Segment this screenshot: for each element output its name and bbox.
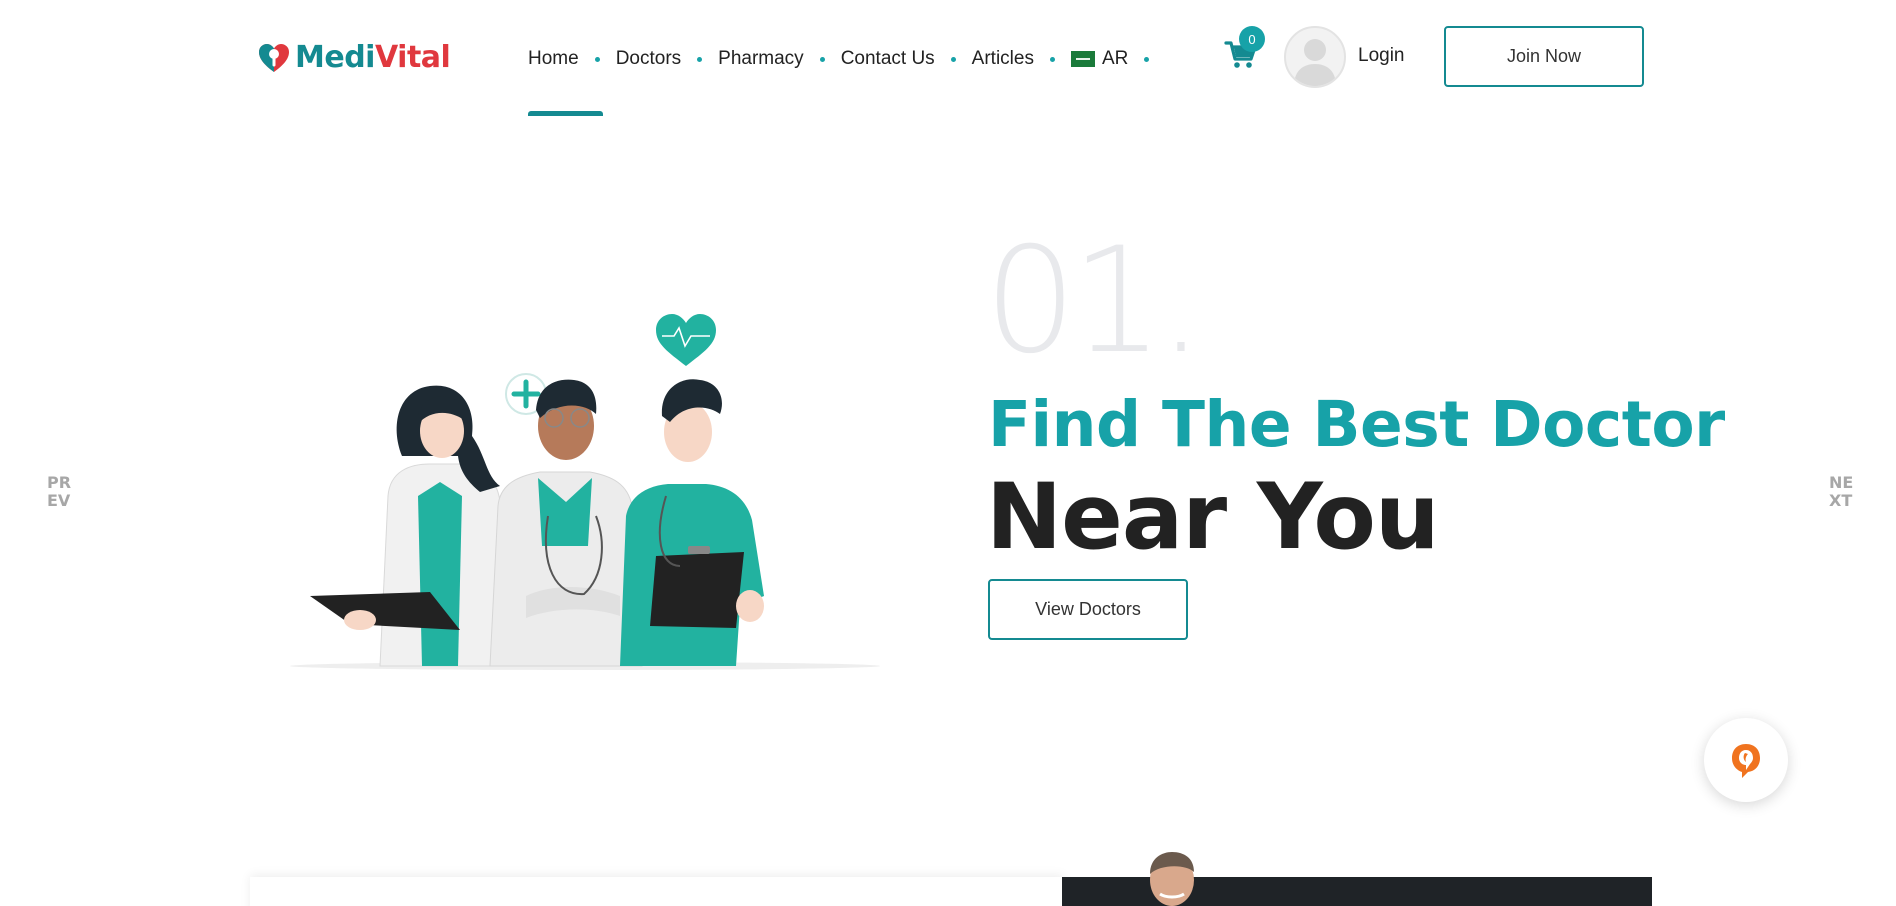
info-card	[250, 877, 1064, 906]
slide-number: 01.	[984, 216, 1204, 386]
nav-item-articles[interactable]: Articles	[972, 44, 1034, 74]
nav-separator-dot	[950, 56, 956, 62]
login-link[interactable]: Login	[1358, 45, 1405, 67]
slider-next-button[interactable]: NEXT	[1829, 474, 1859, 510]
nav-separator-dot	[697, 56, 703, 62]
logo[interactable]: MediVital	[257, 40, 451, 75]
chat-support-button[interactable]	[1704, 718, 1788, 802]
nav-separator-dot	[594, 56, 600, 62]
doctor-photo	[1150, 852, 1194, 906]
nav-item-doctors[interactable]: Doctors	[616, 44, 681, 74]
language-switcher[interactable]: AR	[1070, 44, 1129, 74]
saudi-flag-icon	[1070, 51, 1095, 67]
brand-name: MediVital	[295, 40, 451, 75]
person-silhouette-icon	[1294, 39, 1336, 86]
brand-name-part1: Medi	[295, 40, 375, 75]
view-doctors-button[interactable]: View Doctors	[988, 579, 1188, 640]
nav-active-indicator	[528, 111, 603, 116]
user-avatar-icon[interactable]	[1284, 26, 1346, 88]
nav-separator-dot	[819, 56, 825, 62]
join-now-button[interactable]: Join Now	[1444, 26, 1644, 87]
hero-title: Find The Best Doctor	[988, 388, 1725, 461]
language-label: AR	[1101, 48, 1129, 69]
slider-prev-button[interactable]: PREV	[47, 474, 77, 510]
hero-subtitle: Near You	[986, 465, 1440, 570]
main-nav: Home Doctors Pharmacy Contact Us Article…	[528, 44, 1165, 74]
nav-separator-dot	[1144, 56, 1150, 62]
chat-support-icon	[1732, 744, 1760, 778]
brand-name-part2: Vital	[374, 40, 451, 75]
doctors-team-illustration	[290, 314, 880, 670]
heart-logo-icon	[259, 43, 289, 72]
cart-count-badge: 0	[1239, 26, 1265, 52]
nav-item-contact-us[interactable]: Contact Us	[841, 44, 935, 74]
nav-separator-dot	[1049, 56, 1055, 62]
nav-item-pharmacy[interactable]: Pharmacy	[718, 44, 804, 74]
site-header: MediVital Home Doctors Pharmacy Contact …	[0, 0, 1896, 118]
nav-item-home[interactable]: Home	[528, 44, 579, 74]
